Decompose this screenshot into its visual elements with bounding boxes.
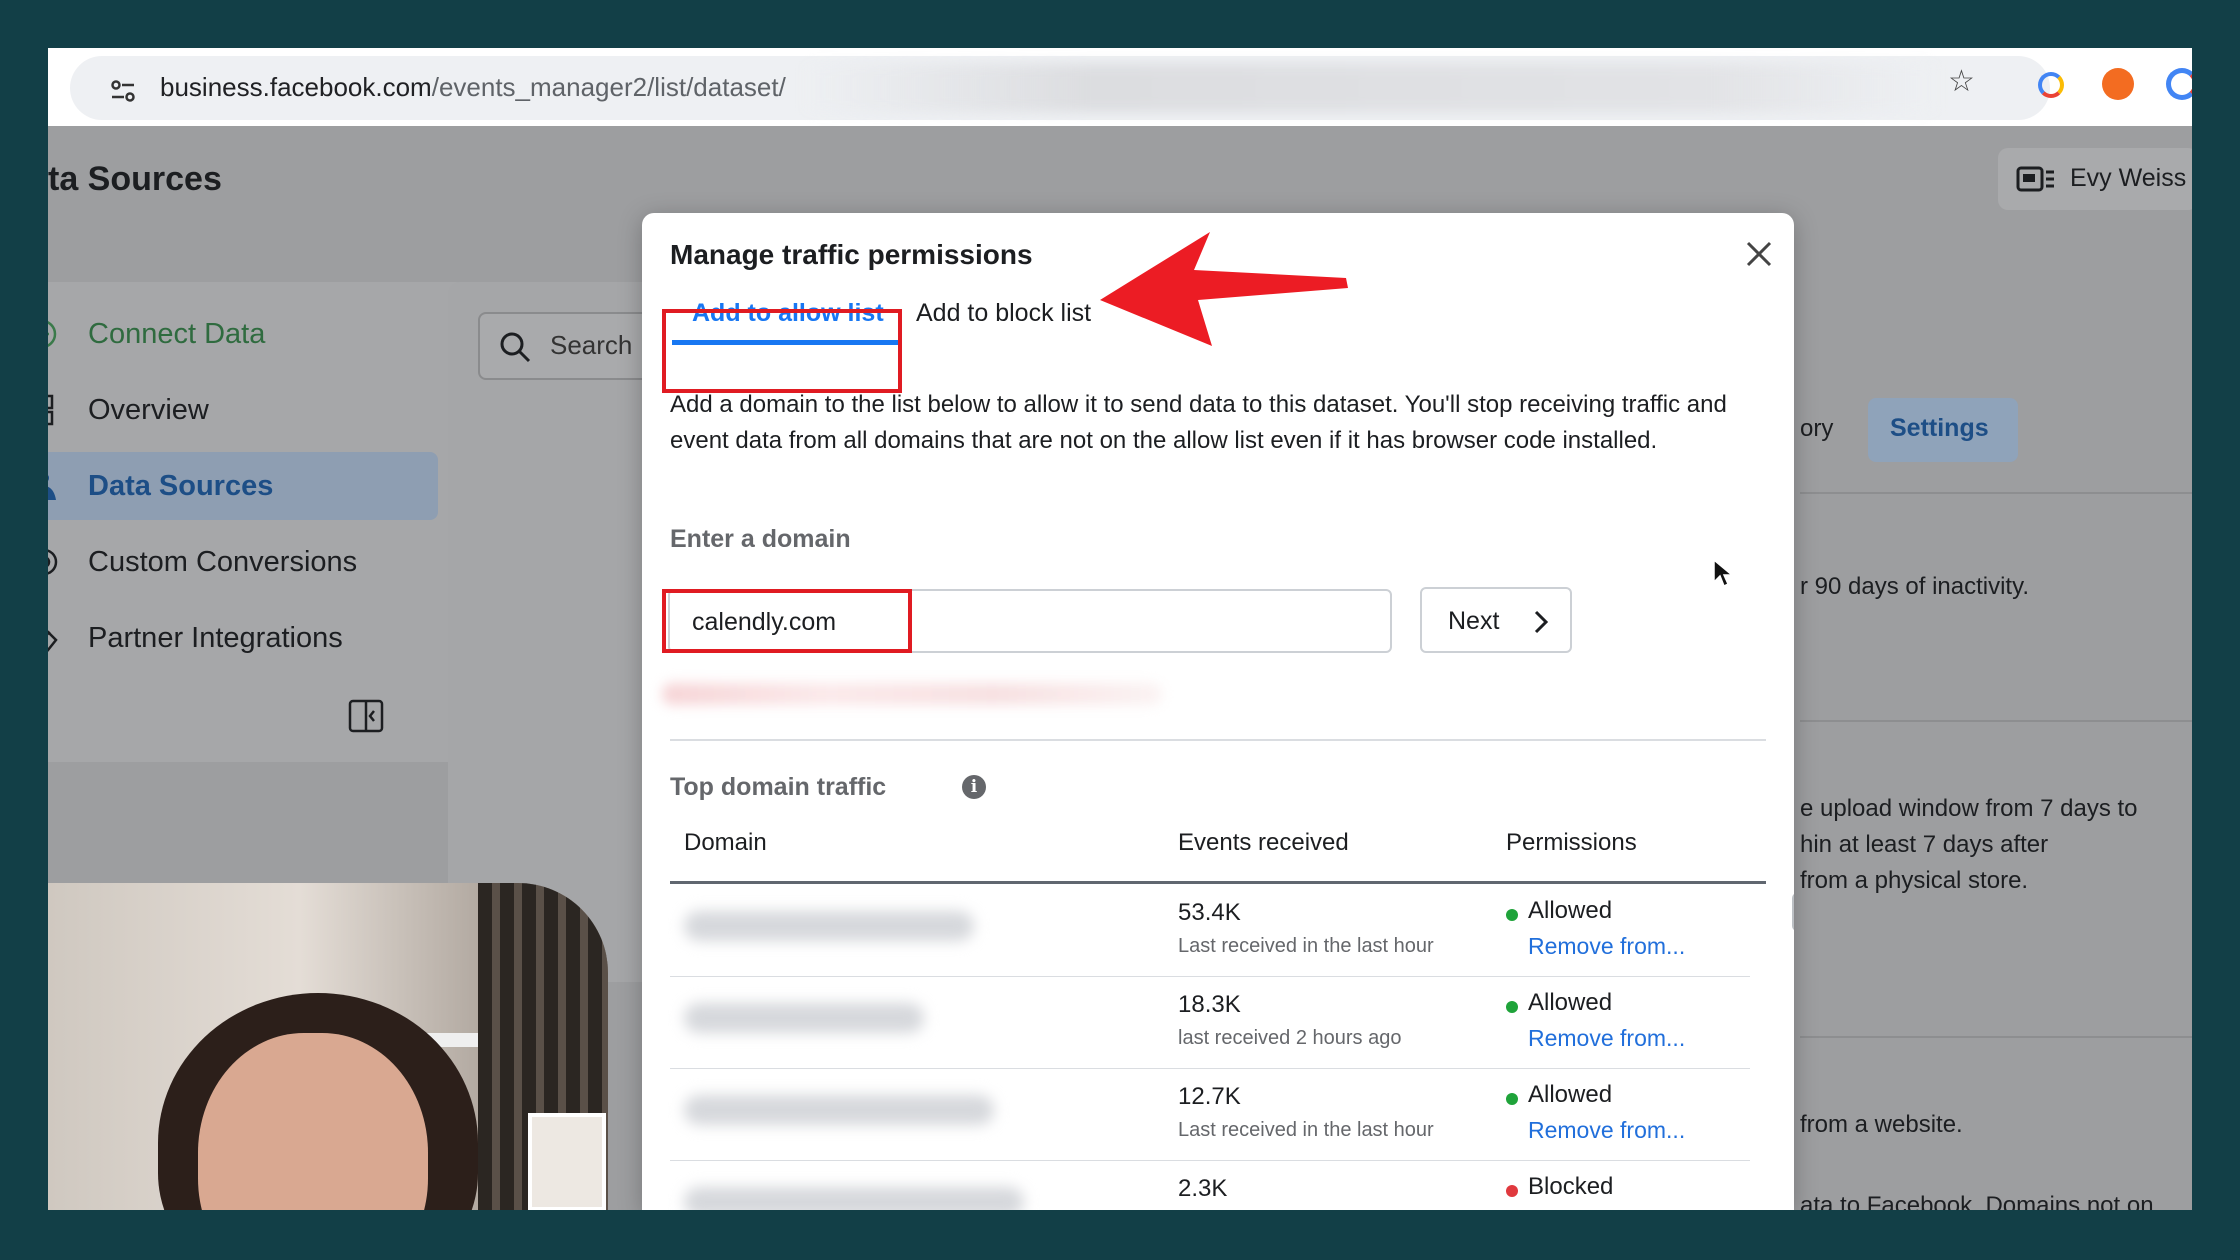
sidebar-item-partner-integrations[interactable]: Partner Integrations (48, 604, 438, 672)
history-tab[interactable]: ory (1800, 415, 1833, 443)
collapse-sidebar-icon[interactable] (348, 698, 384, 734)
divider (1800, 1036, 2192, 1038)
events-count: 53.4K (1178, 899, 1241, 926)
setting-description: from a website. (1800, 1111, 1963, 1138)
events-count: 2.3K (1178, 1175, 1228, 1202)
blurred-domain (684, 1187, 1024, 1210)
highlight-box (662, 589, 912, 653)
blurred-domain (684, 1095, 994, 1125)
sidebar-item-label: Custom Conversions (88, 546, 358, 578)
site-settings-icon[interactable] (108, 76, 138, 106)
scrollbar[interactable] (1792, 893, 1794, 931)
remove-link[interactable]: Remove from... (1528, 933, 1685, 960)
remove-link[interactable]: Remove from... (1528, 1025, 1685, 1052)
blurred-message (662, 683, 1162, 705)
last-received: last received 2 hours ago (1178, 1027, 1402, 1049)
next-button-label: Next (1448, 607, 1500, 635)
dialog-title: Manage traffic permissions (670, 239, 1033, 270)
bookmark-star-icon[interactable]: ☆ (1948, 64, 1975, 99)
custom-conversions-icon (48, 549, 58, 575)
permission-status: Allowed (1528, 1081, 1613, 1108)
blurred-domain (684, 911, 974, 941)
extension-icon[interactable] (2038, 72, 2064, 98)
sidebar-item-label: Overview (88, 394, 209, 426)
sidebar-item-label: Connect Data (88, 318, 266, 350)
permission-status: Allowed (1528, 897, 1613, 924)
setting-description: ata to Facebook. Domains not on (1800, 1192, 2154, 1210)
info-icon[interactable]: i (962, 775, 986, 799)
sidebar-item-data-sources[interactable]: Data Sources (48, 452, 438, 520)
setting-description: from a physical store. (1800, 867, 2029, 894)
status-dot (1506, 1185, 1518, 1197)
tab-add-to-block-list[interactable]: Add to block list (916, 299, 1091, 328)
setting-description: e upload window from 7 days to (1800, 795, 2138, 822)
status-dot (1506, 1093, 1518, 1105)
account-icon (2016, 166, 2054, 192)
permission-status: Blocked (1528, 1173, 1614, 1200)
divider (670, 739, 1766, 741)
remove-link[interactable]: Remove from... (1528, 1117, 1685, 1144)
url-domain: business.facebook.com (160, 72, 432, 102)
highlight-box (662, 309, 902, 393)
url-text[interactable]: business.facebook.com/events_manager2/li… (160, 72, 786, 103)
extension-icon[interactable] (2102, 68, 2134, 100)
setting-description: r 90 days of inactivity. (1800, 573, 2029, 600)
traffic-section-title: Top domain traffic (670, 773, 887, 801)
table-header-divider (670, 881, 1766, 884)
domain-field-label: Enter a domain (670, 525, 851, 553)
screen: business.facebook.com/events_manager2/li… (48, 48, 2192, 1210)
url-blur (805, 64, 1935, 112)
table-row: 12.7K Last received in the last hour All… (670, 1069, 1750, 1161)
sidebar-item-label: Data Sources (88, 470, 274, 502)
red-arrow-annotation (1100, 232, 1348, 346)
webcam-overlay (48, 883, 608, 1210)
plus-circle-icon (48, 321, 57, 347)
events-count: 12.7K (1178, 1083, 1241, 1110)
status-dot (1506, 1001, 1518, 1013)
column-header-domain: Domain (684, 829, 767, 856)
settings-tab-label: Settings (1890, 414, 1989, 442)
table-row: 18.3K last received 2 hours ago Allowed … (670, 977, 1750, 1069)
status-dot (1506, 909, 1518, 921)
divider (1800, 720, 2192, 722)
sidebar-item-custom-conversions[interactable]: Custom Conversions (48, 528, 438, 596)
extension-icon[interactable] (2166, 68, 2192, 100)
user-account-button[interactable]: Evy Weiss (1998, 148, 2192, 210)
data-sources-icon (48, 475, 56, 500)
permission-status: Allowed (1528, 989, 1613, 1016)
column-header-permissions: Permissions (1506, 829, 1637, 856)
url-path: /events_manager2/list/dataset/ (431, 72, 786, 102)
mouse-cursor-icon (1713, 558, 1734, 588)
chevron-right-icon (1534, 610, 1549, 634)
sidebar-item-label: Partner Integrations (88, 622, 343, 654)
column-header-events: Events received (1178, 829, 1349, 856)
next-button[interactable]: Next (1420, 587, 1572, 653)
settings-tab[interactable]: Settings (1868, 398, 2018, 462)
sidebar-item-overview[interactable]: Overview (48, 376, 438, 444)
sidebar: Connect Data Overview Data Sources Custo… (48, 282, 468, 762)
events-count: 18.3K (1178, 991, 1241, 1018)
address-bar[interactable]: business.facebook.com/events_manager2/li… (70, 56, 2050, 120)
blurred-domain (684, 1003, 924, 1033)
setting-description: hin at least 7 days after (1800, 831, 2049, 858)
sidebar-item-connect-data[interactable]: Connect Data (48, 300, 438, 368)
close-icon[interactable] (1742, 237, 1776, 271)
manage-traffic-permissions-dialog: Manage traffic permissions Add to allow … (642, 213, 1794, 1210)
partner-integrations-icon (48, 630, 58, 652)
table-row: 2.3K Blocked (670, 1161, 1750, 1210)
last-received: Last received in the last hour (1178, 1119, 1434, 1141)
overview-icon (48, 394, 54, 426)
page-title: ta Sources (48, 160, 222, 198)
last-received: Last received in the last hour (1178, 935, 1434, 957)
search-icon (500, 332, 531, 363)
webcam-photo-frame (528, 1113, 606, 1210)
user-name: Evy Weiss (2070, 164, 2187, 192)
table-row: 53.4K Last received in the last hour All… (670, 885, 1750, 977)
browser-toolbar: business.facebook.com/events_manager2/li… (48, 48, 2192, 126)
divider (1800, 492, 2192, 494)
search-placeholder: Search (550, 330, 633, 360)
dialog-description: Add a domain to the list below to allow … (670, 391, 1727, 454)
